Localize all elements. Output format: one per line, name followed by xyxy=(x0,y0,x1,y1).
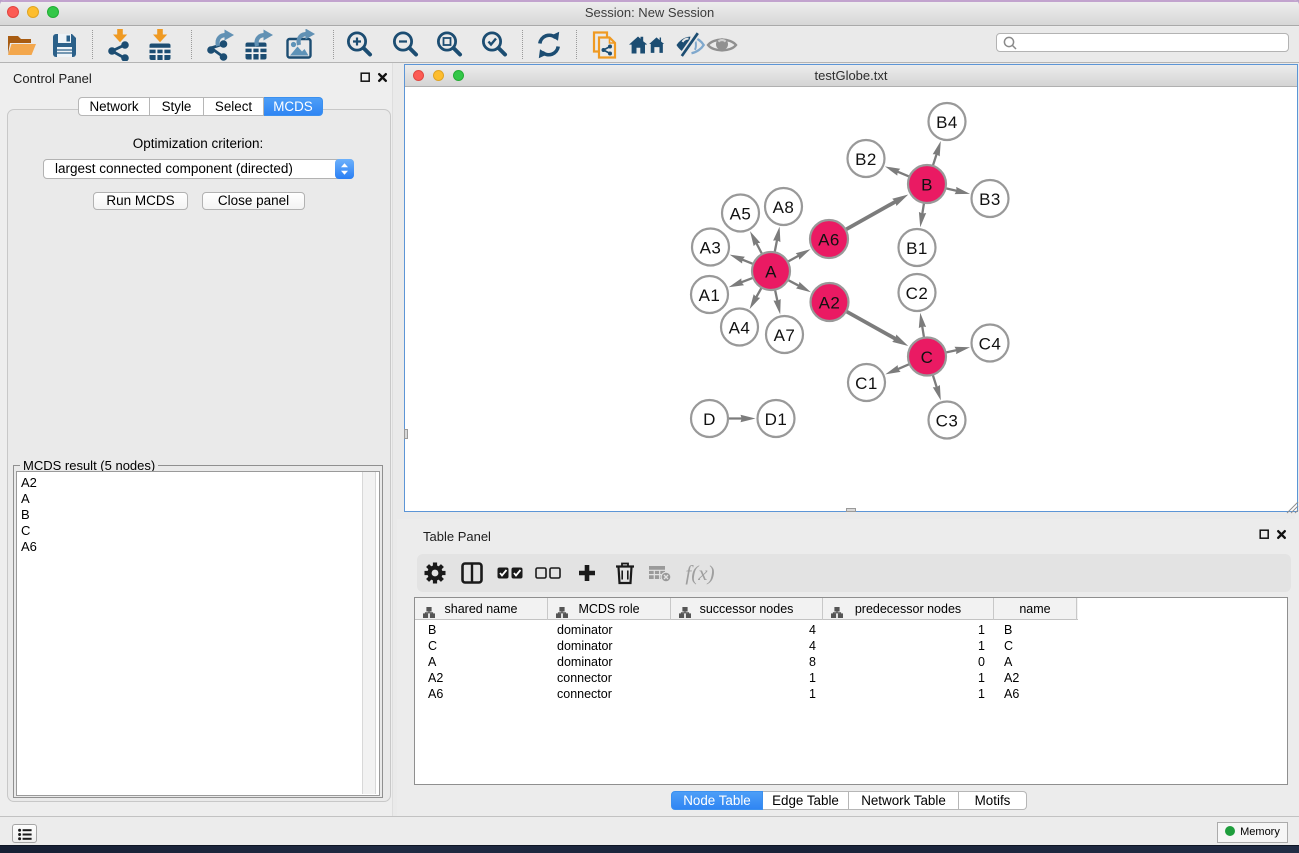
svg-text:B4: B4 xyxy=(936,113,958,132)
svg-text:C: C xyxy=(921,348,934,367)
svg-text:C4: C4 xyxy=(979,335,1002,354)
svg-text:B2: B2 xyxy=(855,150,877,169)
svg-text:D1: D1 xyxy=(765,410,788,429)
svg-text:A4: A4 xyxy=(729,319,751,338)
svg-text:A8: A8 xyxy=(773,198,795,217)
svg-text:A6: A6 xyxy=(818,231,840,250)
svg-text:B: B xyxy=(921,176,933,195)
svg-text:A3: A3 xyxy=(700,239,722,258)
svg-text:A1: A1 xyxy=(699,286,721,305)
svg-text:A5: A5 xyxy=(730,205,752,224)
svg-text:C3: C3 xyxy=(936,412,959,431)
svg-text:C1: C1 xyxy=(855,374,878,393)
svg-text:A2: A2 xyxy=(819,294,841,313)
svg-text:D: D xyxy=(703,410,716,429)
svg-text:A: A xyxy=(765,263,777,282)
svg-text:f(x): f(x) xyxy=(685,561,714,585)
svg-text:B1: B1 xyxy=(906,239,928,258)
svg-text:A7: A7 xyxy=(774,326,796,345)
svg-text:C2: C2 xyxy=(906,284,929,303)
svg-text:B3: B3 xyxy=(979,190,1001,209)
